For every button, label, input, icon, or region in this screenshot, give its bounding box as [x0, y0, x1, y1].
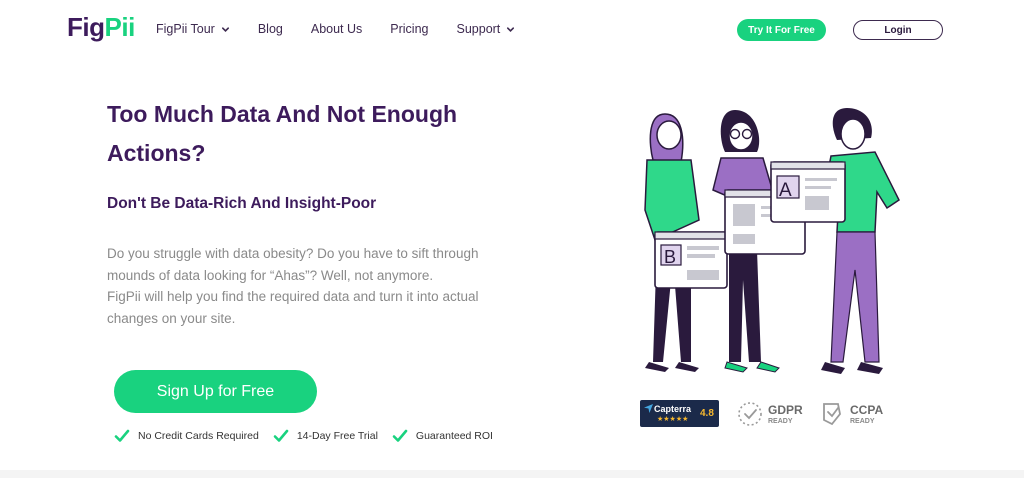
feature-item: 14-Day Free Trial [273, 428, 378, 444]
panel-a-letter: A [779, 180, 792, 201]
ccpa-badge: CCPA READY [818, 400, 888, 430]
nav-item-label: FigPii Tour [156, 22, 215, 36]
hero-description-paragraph-2: FigPii will help you find the required d… [107, 289, 479, 326]
logo-text-fig: Fig [67, 12, 105, 42]
hero-subtitle: Don't Be Data-Rich And Insight-Poor [107, 195, 377, 212]
nav-item-label: Blog [257, 22, 283, 36]
capterra-name: Capterra [654, 404, 692, 414]
check-icon [114, 429, 130, 442]
chevron-down-icon [507, 26, 515, 32]
ccpa-sublabel: READY [850, 418, 875, 425]
ccpa-label: CCPA [850, 403, 884, 417]
nav-item-support[interactable]: Support [457, 22, 516, 36]
try-for-free-button[interactable]: Try It For Free [737, 19, 826, 41]
trust-badges: Capterra ★★★★★ 4.8 GDPR READY CCPA READY [640, 398, 900, 430]
main-nav: FigPii Tour Blog About Us Pricing Suppor… [156, 22, 543, 36]
feature-label: 14-Day Free Trial [296, 430, 378, 442]
gdpr-sublabel: READY [768, 418, 793, 425]
capterra-stars: ★★★★★ [657, 416, 689, 423]
figpii-logo[interactable]: FigPii [67, 12, 135, 43]
capterra-score: 4.8 [700, 408, 714, 419]
gdpr-stars-icon [738, 402, 762, 426]
capterra-badge[interactable]: Capterra ★★★★★ 4.8 [640, 400, 719, 427]
feature-label: Guaranteed ROI [415, 430, 493, 442]
hero-description: Do you struggle with data obesity? Do yo… [107, 243, 487, 329]
content-panel-a: A [770, 161, 846, 223]
nav-item-about-us[interactable]: About Us [311, 22, 362, 36]
feature-list: No Credit Cards Required 14-Day Free Tri… [114, 428, 507, 444]
nav-item-blog[interactable]: Blog [258, 22, 283, 36]
sign-up-button[interactable]: Sign Up for Free [114, 370, 317, 413]
nav-item-figpii-tour[interactable]: FigPii Tour [156, 22, 230, 36]
hero-title: Too Much Data And Not Enough Actions? [107, 101, 458, 166]
login-button[interactable]: Login [853, 20, 943, 40]
panel-b-letter: B [664, 247, 676, 267]
feature-item: Guaranteed ROI [392, 428, 493, 444]
content-panel-b: B [654, 231, 728, 289]
feature-label: No Credit Cards Required [138, 430, 259, 442]
site-header: FigPii FigPii Tour Blog About Us Pricing… [0, 0, 1024, 60]
capterra-arrow-icon [644, 404, 653, 413]
section-divider [0, 470, 1024, 478]
check-icon [392, 429, 408, 442]
nav-item-label: Pricing [390, 22, 429, 36]
logo-text-pii: Pii [104, 12, 136, 42]
person-right-figure [819, 108, 900, 374]
nav-item-pricing[interactable]: Pricing [390, 22, 428, 36]
gdpr-label: GDPR [768, 403, 803, 417]
chevron-down-icon [221, 26, 229, 32]
check-icon [273, 429, 289, 442]
nav-item-label: About Us [310, 22, 363, 36]
nav-item-label: Support [456, 22, 501, 36]
gdpr-badge: GDPR READY [736, 400, 803, 430]
hero-illustration: B A [644, 108, 900, 374]
ccpa-shield-icon [823, 403, 841, 426]
feature-item: No Credit Cards Required [114, 428, 259, 444]
hero-description-paragraph-1: Do you struggle with data obesity? Do yo… [107, 246, 479, 283]
